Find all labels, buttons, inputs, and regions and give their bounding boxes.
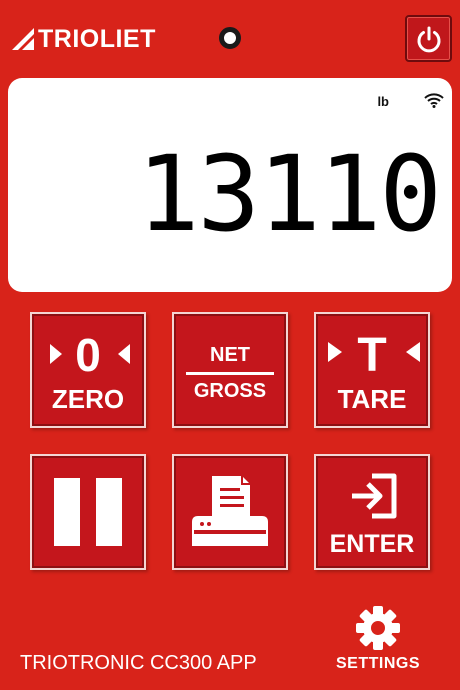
enter-label: ENTER [329,530,415,558]
weight-display: lb 13110 [8,78,452,292]
zero-label: ZERO [51,384,125,414]
tare-label: TARE [337,384,407,414]
pause-button[interactable] [30,454,146,570]
status-dot-icon [219,27,241,49]
enter-arrow-icon [352,473,397,519]
gross-label: GROSS [193,380,267,402]
weight-reading: 13110 [136,133,442,255]
wifi-icon [424,93,444,108]
brand-logo: TRIOLIET [12,22,156,56]
net-label: NET [210,344,250,366]
net-gross-divider [186,372,274,375]
settings-label: SETTINGS [335,655,420,672]
trioliet-logo-icon [12,28,34,50]
power-icon [417,26,440,52]
enter-button[interactable]: ENTER [314,454,430,570]
pause-icon [54,478,122,546]
net-gross-button[interactable]: NET GROSS [172,312,288,428]
tare-button[interactable]: T TARE [314,312,430,428]
zero-button[interactable]: 0 ZERO [30,312,146,428]
unit-label: lb [377,94,389,109]
printer-icon [192,476,268,546]
print-button[interactable] [172,454,288,570]
zero-symbol: 0 [75,329,101,381]
power-button[interactable] [405,15,452,62]
gear-icon [356,606,400,650]
tare-symbol: T [357,329,387,382]
logo-text: TRIOLIET [38,24,156,53]
app-title: TRIOTRONIC CC300 APP [20,652,257,674]
settings-button[interactable]: SETTINGS [330,605,426,677]
